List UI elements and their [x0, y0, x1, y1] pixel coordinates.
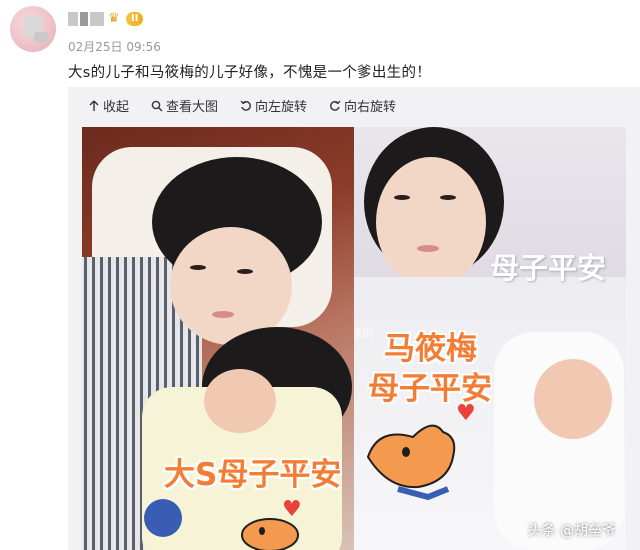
watermark: @续识 — [354, 327, 373, 340]
rotate-left-icon — [240, 100, 251, 111]
lips — [212, 311, 234, 318]
username-redacted[interactable] — [68, 12, 104, 26]
photo-collage[interactable]: 大S母子平安 ♥ 母子平安 @续识 马筱梅 母子平安 ♥ — [82, 127, 626, 550]
horse-sticker-icon — [366, 424, 456, 501]
post-time[interactable]: 02月25日 09:56 — [68, 38, 161, 55]
horse-sticker-icon — [241, 518, 299, 550]
eye — [394, 195, 410, 200]
avatar[interactable] — [10, 6, 56, 52]
lips — [417, 245, 439, 252]
left-caption: 大S母子平安 — [164, 457, 342, 493]
source-watermark: 头条 @胡垒爷 — [527, 523, 616, 539]
collapse-icon — [89, 100, 99, 111]
baby-face — [534, 359, 612, 439]
image-toolbar: 收起 查看大图 向左旋转 向右旋转 — [88, 96, 396, 115]
crown-icon: ♛ — [108, 11, 120, 26]
post-text: 大s的儿子和马筱梅的儿子好像，不愧是一个爹出生的！ — [68, 65, 432, 81]
redacted-block — [80, 12, 88, 26]
vip-badge: II — [126, 12, 144, 26]
mother-face — [376, 157, 486, 287]
collapse-label: 收起 — [103, 100, 130, 115]
rotate-left-button[interactable]: 向左旋转 — [240, 96, 307, 115]
rotate-right-button[interactable]: 向右旋转 — [329, 96, 396, 115]
avatar-blur-block — [34, 32, 48, 42]
right-caption-name: 马筱梅 — [384, 331, 477, 367]
photo-left[interactable]: 大S母子平安 ♥ — [82, 127, 354, 550]
collapse-button[interactable]: 收起 — [88, 96, 129, 115]
zoom-icon — [151, 100, 163, 111]
right-caption-top: 母子平安 — [490, 251, 607, 285]
photo-right[interactable]: 母子平安 @续识 马筱梅 母子平安 ♥ 头条 @胡垒爷 — [354, 127, 626, 550]
rotate-right-icon — [330, 100, 341, 111]
eye — [440, 195, 456, 200]
badge-sticker — [144, 499, 182, 537]
view-large-button[interactable]: 查看大图 — [151, 96, 218, 115]
baby-face — [204, 369, 276, 433]
redacted-block — [90, 12, 104, 26]
eye — [190, 265, 206, 270]
eye — [237, 269, 253, 274]
rotate-right-label: 向右旋转 — [344, 100, 397, 115]
redacted-block — [68, 12, 78, 26]
rotate-left-label: 向左旋转 — [255, 100, 308, 115]
media-card: 收起 查看大图 向左旋转 向右旋转 大S母子平安 ♥ 母子平安 续识 马筱梅 母… — [68, 87, 640, 550]
view-large-label: 查看大图 — [166, 100, 219, 115]
